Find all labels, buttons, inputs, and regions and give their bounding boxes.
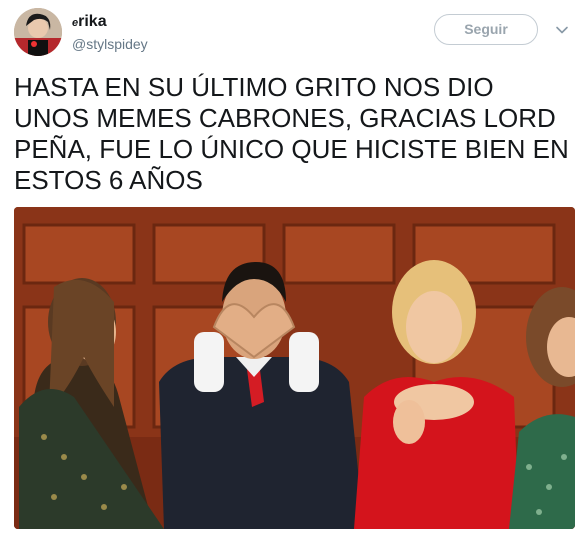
chevron-down-icon[interactable] — [555, 23, 569, 37]
display-name[interactable]: erika — [72, 12, 148, 33]
tweet-photo[interactable] — [14, 207, 575, 529]
user-handle[interactable]: @stylspidey — [72, 35, 148, 53]
avatar-photo — [14, 8, 62, 56]
display-name-text: rika — [78, 13, 107, 30]
tweet-text: HASTA EN SU ÚLTIMO GRITO NOS DIO UNOS ME… — [14, 72, 569, 195]
user-block: erika @stylspidey — [72, 12, 148, 53]
avatar[interactable] — [14, 8, 62, 56]
tweet-card: erika @stylspidey Seguir HASTA EN SU ÚLT… — [0, 0, 585, 539]
photo-illustration — [14, 207, 575, 529]
follow-button[interactable]: Seguir — [434, 14, 538, 45]
